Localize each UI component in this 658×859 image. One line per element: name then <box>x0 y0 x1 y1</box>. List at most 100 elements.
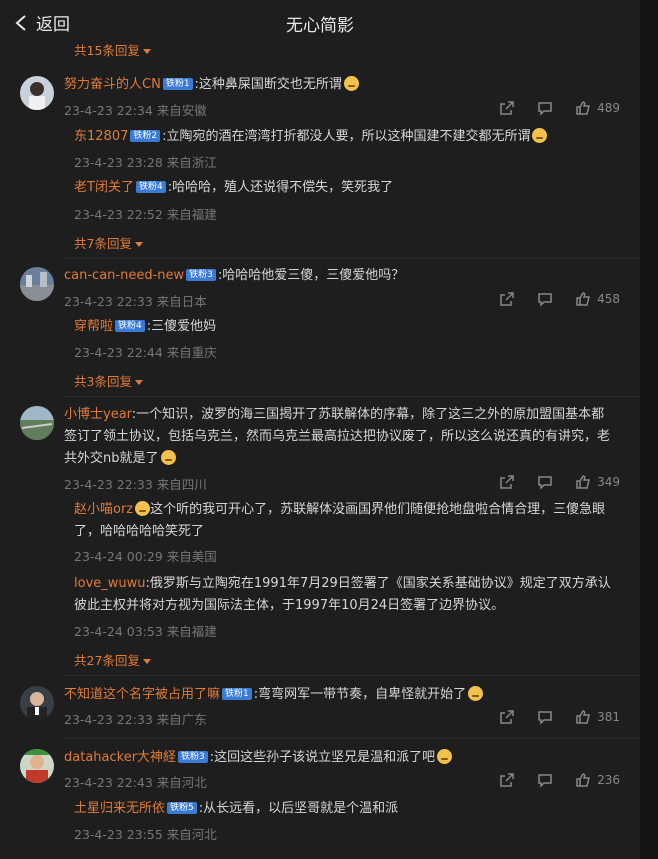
comment-body: :这种鼻屎国断交也无所谓 <box>194 77 342 92</box>
like-count: 236 <box>597 773 620 787</box>
like-icon <box>576 773 591 787</box>
reply-body: :三傻爱他妈 <box>146 319 217 334</box>
reply-text: 穿帮啦 铁粉4:三傻爱他妈 <box>74 316 616 338</box>
comment-meta: 23-4-23 22:43 来自河北 <box>64 775 207 790</box>
share-icon[interactable] <box>499 100 515 116</box>
fan-badge: 铁粉3 <box>186 269 216 281</box>
username[interactable]: datahacker大神経 <box>64 750 176 765</box>
emoji-icon <box>160 450 176 465</box>
reply-username[interactable]: 土星归来无所依 <box>74 801 165 816</box>
expand-label: 共15条回复 <box>74 43 140 58</box>
comment-text: can-can-need-new 铁粉3:哈哈哈他爱三傻，三傻爱他吗？ <box>64 265 616 287</box>
caret-down-icon <box>134 380 143 385</box>
like-icon <box>576 101 591 115</box>
comment-actions: 349 <box>499 474 620 490</box>
reply-username[interactable]: 东12807 <box>74 129 128 144</box>
share-icon[interactable] <box>499 709 515 725</box>
comment-text: datahacker大神経 铁粉3:这回这些孙子该说立坚兄是温和派了吧 <box>64 747 616 769</box>
share-icon[interactable] <box>499 291 515 307</box>
reply-meta: 23-4-23 22:52 来自福建 <box>74 207 217 222</box>
expand-label: 共27条回复 <box>74 653 140 668</box>
reply-body: 这个听的我可开心了，苏联解体没画国界他们随便抢地盘啦合情合理，三傻急眼了，哈哈哈… <box>74 502 606 539</box>
expand-label: 共7条回复 <box>74 236 132 251</box>
avatar[interactable] <box>20 749 54 783</box>
caret-down-icon <box>142 659 151 664</box>
emoji-icon <box>468 686 484 701</box>
expand-replies-link[interactable]: 共15条回复 <box>74 40 151 59</box>
emoji-icon <box>343 76 359 91</box>
reply-text: 东12807 铁粉2:立陶宛的酒在湾湾打折都没人要，所以这种国建不建交都无所谓 <box>74 126 616 148</box>
comment-icon[interactable] <box>537 772 553 788</box>
like-count: 349 <box>597 475 620 489</box>
caret-down-icon <box>134 242 143 247</box>
emoji-icon <box>532 128 548 143</box>
comment-text: 小博士year:一个知识，波罗的海三国揭开了苏联解体的序幕，除了这三之外的原加盟… <box>64 404 616 470</box>
reply-meta: 23-4-23 22:44 来自重庆 <box>74 345 217 360</box>
reply-meta: 23-4-23 23:55 来自河北 <box>74 827 217 842</box>
comment-body: :一个知识，波罗的海三国揭开了苏联解体的序幕，除了这三之外的原加盟国基本都签订了… <box>64 407 611 466</box>
reply-meta: 23-4-24 00:29 来自美国 <box>74 549 217 564</box>
comment-body: :这回这些孙子该说立坚兄是温和派了吧 <box>209 750 436 765</box>
reply-meta: 23-4-24 03:53 来自福建 <box>74 624 217 639</box>
comment-icon[interactable] <box>537 100 553 116</box>
comment-text: 不知道这个名字被占用了嘛 铁粉1:弯弯网军一带节奏，自卑怪就开始了 <box>64 684 616 706</box>
top-bar: 返回 无心简影 <box>0 0 640 44</box>
comment-body: :哈哈哈他爱三傻，三傻爱他吗？ <box>217 268 405 283</box>
reply-username[interactable]: love_wuwu <box>74 576 146 591</box>
comment-icon[interactable] <box>537 709 553 725</box>
avatar[interactable] <box>20 76 54 110</box>
page-title: 无心简影 <box>286 16 354 36</box>
comment-actions: 236 <box>499 772 620 788</box>
reply-text: 赵小喵orz 这个听的我可开心了，苏联解体没画国界他们随便抢地盘啦合情合理，三傻急… <box>74 499 616 543</box>
reply-text: 老T闭关了 铁粉4:哈哈哈，殖人还说得不偿失，笑死我了 <box>74 177 616 199</box>
fan-badge: 铁粉3 <box>178 751 208 763</box>
fan-badge: 铁粉1 <box>222 688 252 700</box>
username[interactable]: 不知道这个名字被占用了嘛 <box>64 687 220 702</box>
like-button[interactable]: 236 <box>575 772 620 788</box>
like-icon <box>576 710 591 724</box>
username[interactable]: 努力奋斗的人CN <box>64 77 161 92</box>
comment-actions: 381 <box>499 709 620 725</box>
comment-actions: 489 <box>499 100 620 116</box>
username[interactable]: 小博士year <box>64 407 132 422</box>
reply-username[interactable]: 老T闭关了 <box>74 180 134 195</box>
fan-badge: 铁粉1 <box>162 78 193 90</box>
right-gutter <box>640 0 658 859</box>
comment-body: :弯弯网军一带节奏，自卑怪就开始了 <box>253 687 467 702</box>
comment-actions: 458 <box>499 291 620 307</box>
like-count: 458 <box>597 292 620 306</box>
divider <box>64 258 640 259</box>
reply-body: :从长远看，以后坚哥就是个温和派 <box>198 801 399 816</box>
expand-replies-link[interactable]: 共27条回复 <box>74 650 151 669</box>
like-count: 489 <box>597 101 620 115</box>
emoji-icon <box>135 501 151 516</box>
reply-body: :哈哈哈，殖人还说得不偿失，笑死我了 <box>167 180 394 195</box>
like-button[interactable]: 458 <box>575 291 620 307</box>
avatar[interactable] <box>20 686 54 720</box>
reply-username[interactable]: 赵小喵orz <box>74 502 133 517</box>
reply-body: :俄罗斯与立陶宛在1991年7月29日签署了《国家关系基础协议》规定了双方承认彼… <box>74 576 611 613</box>
fan-badge: 铁粉2 <box>130 130 161 142</box>
divider <box>64 675 640 676</box>
like-button[interactable]: 489 <box>575 100 620 116</box>
like-button[interactable]: 381 <box>575 709 620 725</box>
like-icon <box>576 292 591 306</box>
avatar[interactable] <box>20 406 54 440</box>
expand-replies-link[interactable]: 共3条回复 <box>74 371 143 390</box>
fan-badge: 铁粉4 <box>115 320 145 332</box>
fan-badge: 铁粉4 <box>135 181 166 193</box>
comment-meta: 23-4-23 22:33 来自广东 <box>64 712 207 727</box>
avatar[interactable] <box>20 267 54 301</box>
reply-body: :立陶宛的酒在湾湾打折都没人要，所以这种国建不建交都无所谓 <box>162 129 531 144</box>
username[interactable]: can-can-need-new <box>64 268 184 283</box>
share-icon[interactable] <box>499 772 515 788</box>
comment-icon[interactable] <box>537 474 553 490</box>
share-icon[interactable] <box>499 474 515 490</box>
expand-replies-link[interactable]: 共7条回复 <box>74 233 143 252</box>
comment-meta: 23-4-23 22:33 来自四川 <box>64 477 207 492</box>
comment-icon[interactable] <box>537 291 553 307</box>
comment-meta: 23-4-23 22:34 来自安徽 <box>64 103 207 118</box>
reply-username[interactable]: 穿帮啦 <box>74 319 113 334</box>
fan-badge: 铁粉5 <box>167 802 197 814</box>
like-button[interactable]: 349 <box>575 474 620 490</box>
